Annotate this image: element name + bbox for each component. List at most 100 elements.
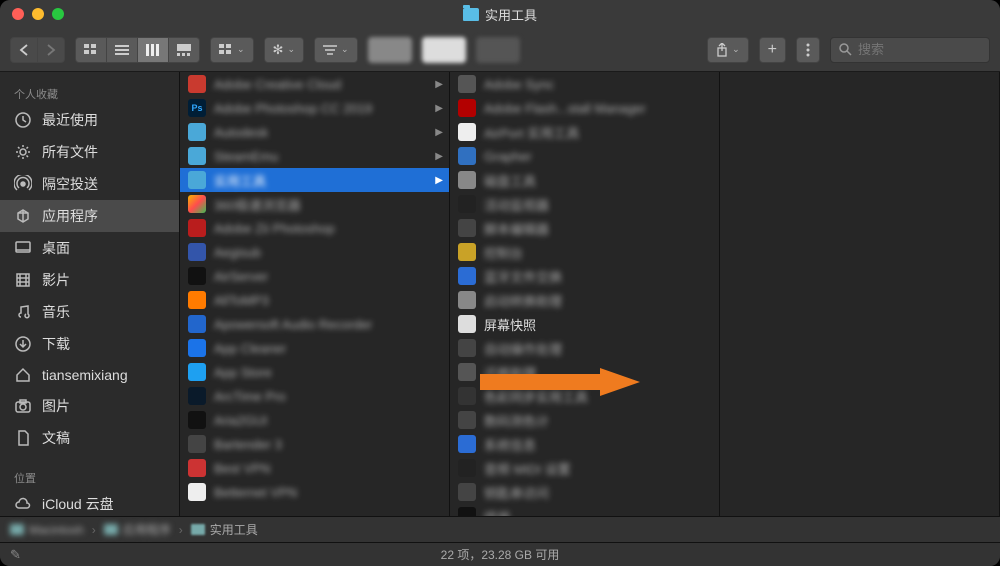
- list-item[interactable]: PsAdobe Photoshop CC 2019▶: [180, 96, 449, 120]
- folder-icon: [463, 8, 479, 21]
- item-label: Adobe Photoshop CC 2019: [214, 101, 372, 116]
- app-icon: [188, 387, 206, 405]
- arrange-button[interactable]: ⌄: [314, 37, 358, 63]
- icon-view-button[interactable]: [75, 37, 107, 63]
- list-item[interactable]: 迁移助理: [450, 360, 719, 384]
- list-item[interactable]: 数码测色计: [450, 408, 719, 432]
- gallery-view-button[interactable]: [169, 37, 200, 63]
- list-view-button[interactable]: [107, 37, 138, 63]
- list-item[interactable]: App Store: [180, 360, 449, 384]
- sidebar-item-label: 最近使用: [42, 110, 98, 130]
- sidebar-section-favorites: 个人收藏: [0, 80, 179, 104]
- sidebar-item-movie[interactable]: 影片: [0, 264, 179, 296]
- list-item[interactable]: Adobe Flash...stall Manager: [450, 96, 719, 120]
- share-button[interactable]: ⌄: [707, 37, 749, 63]
- app-icon: [458, 291, 476, 309]
- sidebar-item-clock[interactable]: 最近使用: [0, 104, 179, 136]
- sidebar-item-airdrop[interactable]: 隔空投送: [0, 168, 179, 200]
- list-item[interactable]: AirPort 实用工具: [450, 120, 719, 144]
- column-view-button[interactable]: [138, 37, 169, 63]
- toolbar-obscured-3[interactable]: [476, 37, 520, 63]
- list-item[interactable]: 终端: [450, 504, 719, 516]
- list-item[interactable]: 音频 MIDI 设置: [450, 456, 719, 480]
- app-icon: [458, 411, 476, 429]
- list-item[interactable]: Apowersoft Audio Recorder: [180, 312, 449, 336]
- sidebar-item-desktop[interactable]: 桌面: [0, 232, 179, 264]
- list-item[interactable]: Best VPN: [180, 456, 449, 480]
- list-item[interactable]: 钥匙串访问: [450, 480, 719, 504]
- sidebar-item-label: 所有文件: [42, 142, 98, 162]
- back-button[interactable]: [10, 37, 38, 63]
- close-icon[interactable]: [12, 8, 24, 20]
- item-label: 控制台: [484, 243, 523, 262]
- app-icon: [458, 315, 476, 333]
- list-item[interactable]: 实用工具 ▶: [180, 168, 449, 192]
- status-bar: ✎ 22 项，23.28 GB 可用: [0, 542, 1000, 566]
- toolbar-obscured-2[interactable]: [422, 37, 466, 63]
- list-item[interactable]: Grapher: [450, 144, 719, 168]
- list-item[interactable]: Betternet VPN: [180, 480, 449, 504]
- list-item[interactable]: 控制台: [450, 240, 719, 264]
- list-item[interactable]: App Cleaner: [180, 336, 449, 360]
- app-icon: [188, 411, 206, 429]
- path-segment[interactable]: 实用工具: [191, 521, 258, 538]
- list-item[interactable]: 色彩同步实用工具: [450, 384, 719, 408]
- list-item[interactable]: Aria2GUI: [180, 408, 449, 432]
- sidebar-item-doc[interactable]: 文稿: [0, 422, 179, 454]
- app-icon: [188, 171, 206, 189]
- sidebar-item-download[interactable]: 下载: [0, 328, 179, 360]
- sidebar-item-label: 影片: [42, 270, 70, 290]
- sidebar-item-label: 图片: [42, 396, 70, 416]
- path-segment[interactable]: Macintosh: [10, 523, 84, 537]
- search-field[interactable]: [830, 37, 990, 63]
- list-item[interactable]: Adobe Creative Cloud▶: [180, 72, 449, 96]
- sidebar-item-music[interactable]: 音乐: [0, 296, 179, 328]
- list-item[interactable]: 屏幕快照: [450, 312, 719, 336]
- list-item[interactable]: Bartender 3: [180, 432, 449, 456]
- search-input[interactable]: [858, 42, 981, 57]
- list-item[interactable]: AirServer: [180, 264, 449, 288]
- forward-button[interactable]: [38, 37, 65, 63]
- action-button[interactable]: ✻⌄: [264, 37, 304, 63]
- list-item[interactable]: 系统信息: [450, 432, 719, 456]
- list-item[interactable]: 蓝牙文件交换: [450, 264, 719, 288]
- app-icon: [188, 315, 206, 333]
- list-item[interactable]: Aegisub: [180, 240, 449, 264]
- chevron-down-icon: ⌄: [341, 44, 349, 55]
- list-item[interactable]: SteamEmu▶: [180, 144, 449, 168]
- chevron-right-icon: ▶: [435, 151, 443, 162]
- list-item[interactable]: 脚本编辑器: [450, 216, 719, 240]
- edit-tags-button[interactable]: [796, 37, 820, 63]
- list-item[interactable]: 自动操作处理: [450, 336, 719, 360]
- zoom-icon[interactable]: [52, 8, 64, 20]
- sidebar-item-gear[interactable]: 所有文件: [0, 136, 179, 168]
- column-applications[interactable]: Adobe Creative Cloud▶PsAdobe Photoshop C…: [180, 72, 450, 516]
- list-item[interactable]: Adobe Sync: [450, 72, 719, 96]
- item-label: 终端: [484, 507, 510, 517]
- app-icon: [188, 243, 206, 261]
- list-item[interactable]: 活动监视器: [450, 192, 719, 216]
- minimize-icon[interactable]: [32, 8, 44, 20]
- list-item[interactable]: 启动转换助理: [450, 288, 719, 312]
- add-tags-button[interactable]: +: [759, 37, 786, 63]
- sidebar-item-cloud[interactable]: iCloud 云盘: [0, 488, 179, 516]
- app-icon: [458, 147, 476, 165]
- folder-icon: [104, 524, 118, 535]
- sidebar-item-home[interactable]: tiansemixiang: [0, 360, 179, 390]
- customize-icon[interactable]: ✎: [10, 547, 21, 563]
- group-by-button[interactable]: ⌄: [210, 37, 254, 63]
- item-label: 实用工具: [214, 171, 266, 190]
- chevron-right-icon: ▶: [435, 175, 443, 186]
- list-item[interactable]: ArcTime Pro: [180, 384, 449, 408]
- sidebar-item-camera[interactable]: 图片: [0, 390, 179, 422]
- list-item[interactable]: 360极速浏览器: [180, 192, 449, 216]
- sidebar-item-label: 应用程序: [42, 206, 98, 226]
- toolbar-obscured-1[interactable]: [368, 37, 412, 63]
- list-item[interactable]: 磁盘工具: [450, 168, 719, 192]
- list-item[interactable]: AllToMP3: [180, 288, 449, 312]
- list-item[interactable]: Adobe Zii Photoshop: [180, 216, 449, 240]
- list-item[interactable]: Autodesk▶: [180, 120, 449, 144]
- path-segment[interactable]: 应用程序: [104, 521, 171, 538]
- sidebar-item-apps[interactable]: 应用程序: [0, 200, 179, 232]
- column-utilities[interactable]: Adobe SyncAdobe Flash...stall ManagerAir…: [450, 72, 720, 516]
